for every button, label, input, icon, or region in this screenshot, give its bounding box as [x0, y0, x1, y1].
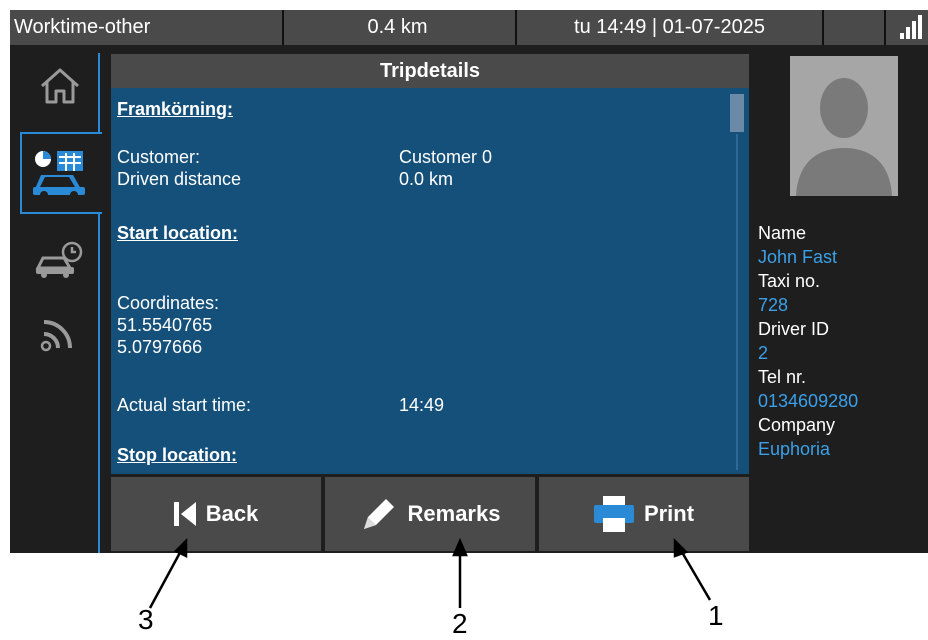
coordinates-label: Coordinates: [117, 293, 220, 313]
company-label: Company [758, 415, 836, 435]
driver-id-value: 2 [758, 343, 769, 363]
longitude-value: 5.0797666 [117, 337, 203, 357]
scrollbar-track[interactable] [736, 134, 738, 470]
remarks-button-label: Remarks [407, 501, 501, 526]
name-value: John Fast [758, 247, 838, 267]
start-time-label: Actual start time: [117, 395, 252, 415]
home-icon [41, 68, 79, 104]
datetime-status: tu 14:49 | 01-07-2025 [517, 10, 824, 45]
trip-details-panel[interactable]: Framkörning: Customer: Customer 0 Driven… [111, 88, 749, 474]
distance-label: Driven distance [117, 169, 242, 189]
person-silhouette-icon [796, 78, 892, 196]
taxi-label: Taxi no. [758, 271, 821, 291]
driver-avatar [790, 56, 898, 196]
nav-car-history[interactable] [22, 231, 98, 289]
print-button-label: Print [643, 501, 695, 526]
back-button[interactable]: Back [111, 477, 321, 551]
nav-home[interactable] [22, 57, 98, 115]
tel-label: Tel nr. [758, 367, 807, 387]
nav-connection[interactable] [22, 303, 98, 361]
action-button-bar: Back Remarks Print [111, 477, 749, 553]
annotation-label-1: 1 [708, 600, 724, 631]
latitude-value: 51.5540765 [117, 315, 213, 335]
scrollbar-thumb[interactable] [730, 94, 744, 132]
annotation-label-2: 2 [452, 608, 468, 639]
section-heading: Start location: [117, 223, 239, 243]
nav-accent-line [98, 53, 100, 553]
back-button-label: Back [205, 501, 259, 526]
start-time-value: 14:49 [399, 395, 445, 415]
print-button[interactable]: Print [539, 477, 749, 551]
driver-id-label: Driver ID [758, 319, 829, 339]
work-mode-status: Worktime-other [10, 10, 284, 45]
skip-back-icon [173, 502, 196, 526]
driver-info-panel: Name John Fast Taxi no. 728 Driver ID 2 … [752, 45, 928, 553]
pencil-icon [363, 499, 394, 529]
side-navigation [10, 45, 108, 553]
section-heading: Framkörning: [117, 99, 234, 119]
tel-value: 0134609280 [758, 391, 859, 411]
name-label: Name [758, 223, 807, 243]
nav-trip[interactable] [20, 132, 102, 214]
annotation-label-3: 3 [138, 604, 154, 635]
distance-value: 0.0 km [399, 169, 454, 189]
remarks-button[interactable]: Remarks [325, 477, 535, 551]
page-title: Tripdetails [111, 54, 749, 88]
taxi-value: 728 [758, 295, 789, 315]
customer-label: Customer: [117, 147, 201, 167]
printer-icon [593, 496, 634, 532]
status-empty-cell [824, 10, 886, 45]
taxi-trip-icon [33, 151, 85, 199]
customer-value: Customer 0 [399, 147, 493, 167]
status-bar: Worktime-other 0.4 km tu 14:49 | 01-07-2… [10, 10, 928, 45]
signal-bars-icon [886, 10, 928, 45]
car-clock-icon [35, 241, 83, 278]
wifi-signal-icon [40, 320, 72, 352]
section-heading: Stop location: [117, 445, 237, 465]
distance-status: 0.4 km [280, 10, 517, 45]
company-value: Euphoria [758, 439, 831, 459]
device-screen: Worktime-other 0.4 km tu 14:49 | 01-07-2… [10, 10, 928, 553]
